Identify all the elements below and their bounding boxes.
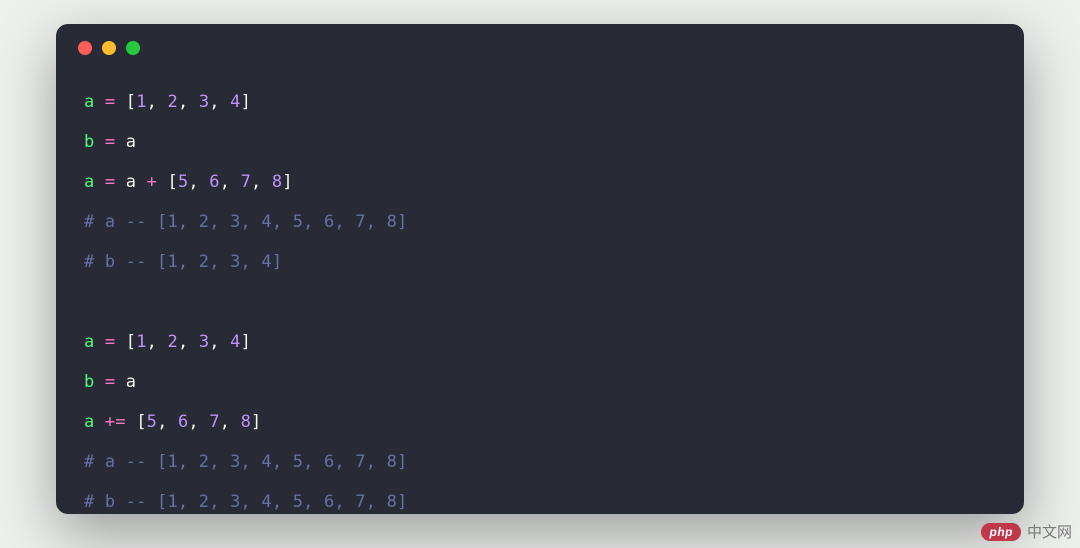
code-token: 7 <box>241 172 251 192</box>
code-token: , <box>209 92 230 112</box>
code-token: a <box>115 172 146 192</box>
code-token <box>115 332 125 352</box>
code-token: # a -- [1, 2, 3, 4, 5, 6, 7, 8] <box>84 212 407 232</box>
code-line: a += [5, 6, 7, 8] <box>84 402 996 442</box>
code-token: 2 <box>168 332 178 352</box>
code-token: 1 <box>136 332 146 352</box>
code-line: b = a <box>84 362 996 402</box>
code-token: 3 <box>199 332 209 352</box>
code-line: # b -- [1, 2, 3, 4, 5, 6, 7, 8] <box>84 482 996 514</box>
code-token: a <box>84 172 94 192</box>
code-token: , <box>251 172 272 192</box>
code-token: 8 <box>241 412 251 432</box>
code-token: b <box>84 372 94 392</box>
traffic-light-minimize[interactable] <box>102 41 116 55</box>
code-token <box>115 372 125 392</box>
code-window: a = [1, 2, 3, 4]b = aa = a + [5, 6, 7, 8… <box>56 24 1024 514</box>
code-token: 1 <box>136 92 146 112</box>
code-token <box>94 412 104 432</box>
code-token: , <box>178 332 199 352</box>
code-token: a <box>84 92 94 112</box>
code-token: [ <box>168 172 178 192</box>
code-token: [ <box>126 92 136 112</box>
code-token: [ <box>136 412 146 432</box>
code-token: , <box>220 412 241 432</box>
code-token: ] <box>282 172 292 192</box>
code-token: + <box>147 172 157 192</box>
code-token: 3 <box>199 92 209 112</box>
code-token: a <box>84 332 94 352</box>
code-line: a = a + [5, 6, 7, 8] <box>84 162 996 202</box>
code-token: a <box>126 372 136 392</box>
code-token: += <box>105 412 126 432</box>
code-token: # a -- [1, 2, 3, 4, 5, 6, 7, 8] <box>84 452 407 472</box>
code-token <box>94 172 104 192</box>
code-token: 7 <box>209 412 219 432</box>
code-token: # b -- [1, 2, 3, 4, 5, 6, 7, 8] <box>84 492 407 512</box>
code-token: 4 <box>230 92 240 112</box>
code-token <box>94 372 104 392</box>
code-token: , <box>147 92 168 112</box>
traffic-light-close[interactable] <box>78 41 92 55</box>
code-token <box>157 172 167 192</box>
code-token <box>126 412 136 432</box>
code-token <box>94 132 104 152</box>
code-token: = <box>105 332 115 352</box>
code-line: # a -- [1, 2, 3, 4, 5, 6, 7, 8] <box>84 202 996 242</box>
code-token <box>94 332 104 352</box>
code-line: b = a <box>84 122 996 162</box>
code-token <box>115 92 125 112</box>
watermark: php 中文网 <box>981 521 1072 542</box>
code-line: a = [1, 2, 3, 4] <box>84 322 996 362</box>
code-token: 8 <box>272 172 282 192</box>
code-token: a <box>84 412 94 432</box>
code-token <box>115 132 125 152</box>
code-token: [ <box>126 332 136 352</box>
code-token: ] <box>241 332 251 352</box>
watermark-text: 中文网 <box>1027 521 1072 542</box>
code-token <box>94 92 104 112</box>
code-token: 2 <box>168 92 178 112</box>
code-token: = <box>105 92 115 112</box>
code-token: # b -- [1, 2, 3, 4] <box>84 252 282 272</box>
code-token: 6 <box>209 172 219 192</box>
code-token: , <box>220 172 241 192</box>
code-token: = <box>105 132 115 152</box>
code-token: b <box>84 132 94 152</box>
traffic-light-zoom[interactable] <box>126 41 140 55</box>
code-line: a = [1, 2, 3, 4] <box>84 82 996 122</box>
code-token: 5 <box>147 412 157 432</box>
code-token: , <box>209 332 230 352</box>
code-token: ] <box>241 92 251 112</box>
code-line: # a -- [1, 2, 3, 4, 5, 6, 7, 8] <box>84 442 996 482</box>
code-token: , <box>147 332 168 352</box>
code-token: = <box>105 372 115 392</box>
code-token: , <box>188 172 209 192</box>
code-token: , <box>178 92 199 112</box>
code-token: = <box>105 172 115 192</box>
watermark-badge: php <box>981 523 1021 541</box>
code-token: 4 <box>230 332 240 352</box>
code-token: , <box>188 412 209 432</box>
code-token: 5 <box>178 172 188 192</box>
code-line <box>84 282 996 322</box>
code-token: 6 <box>178 412 188 432</box>
titlebar <box>56 24 1024 72</box>
code-token: , <box>157 412 178 432</box>
code-token: a <box>126 132 136 152</box>
code-token: ] <box>251 412 261 432</box>
code-line: # b -- [1, 2, 3, 4] <box>84 242 996 282</box>
code-block: a = [1, 2, 3, 4]b = aa = a + [5, 6, 7, 8… <box>56 72 1024 514</box>
